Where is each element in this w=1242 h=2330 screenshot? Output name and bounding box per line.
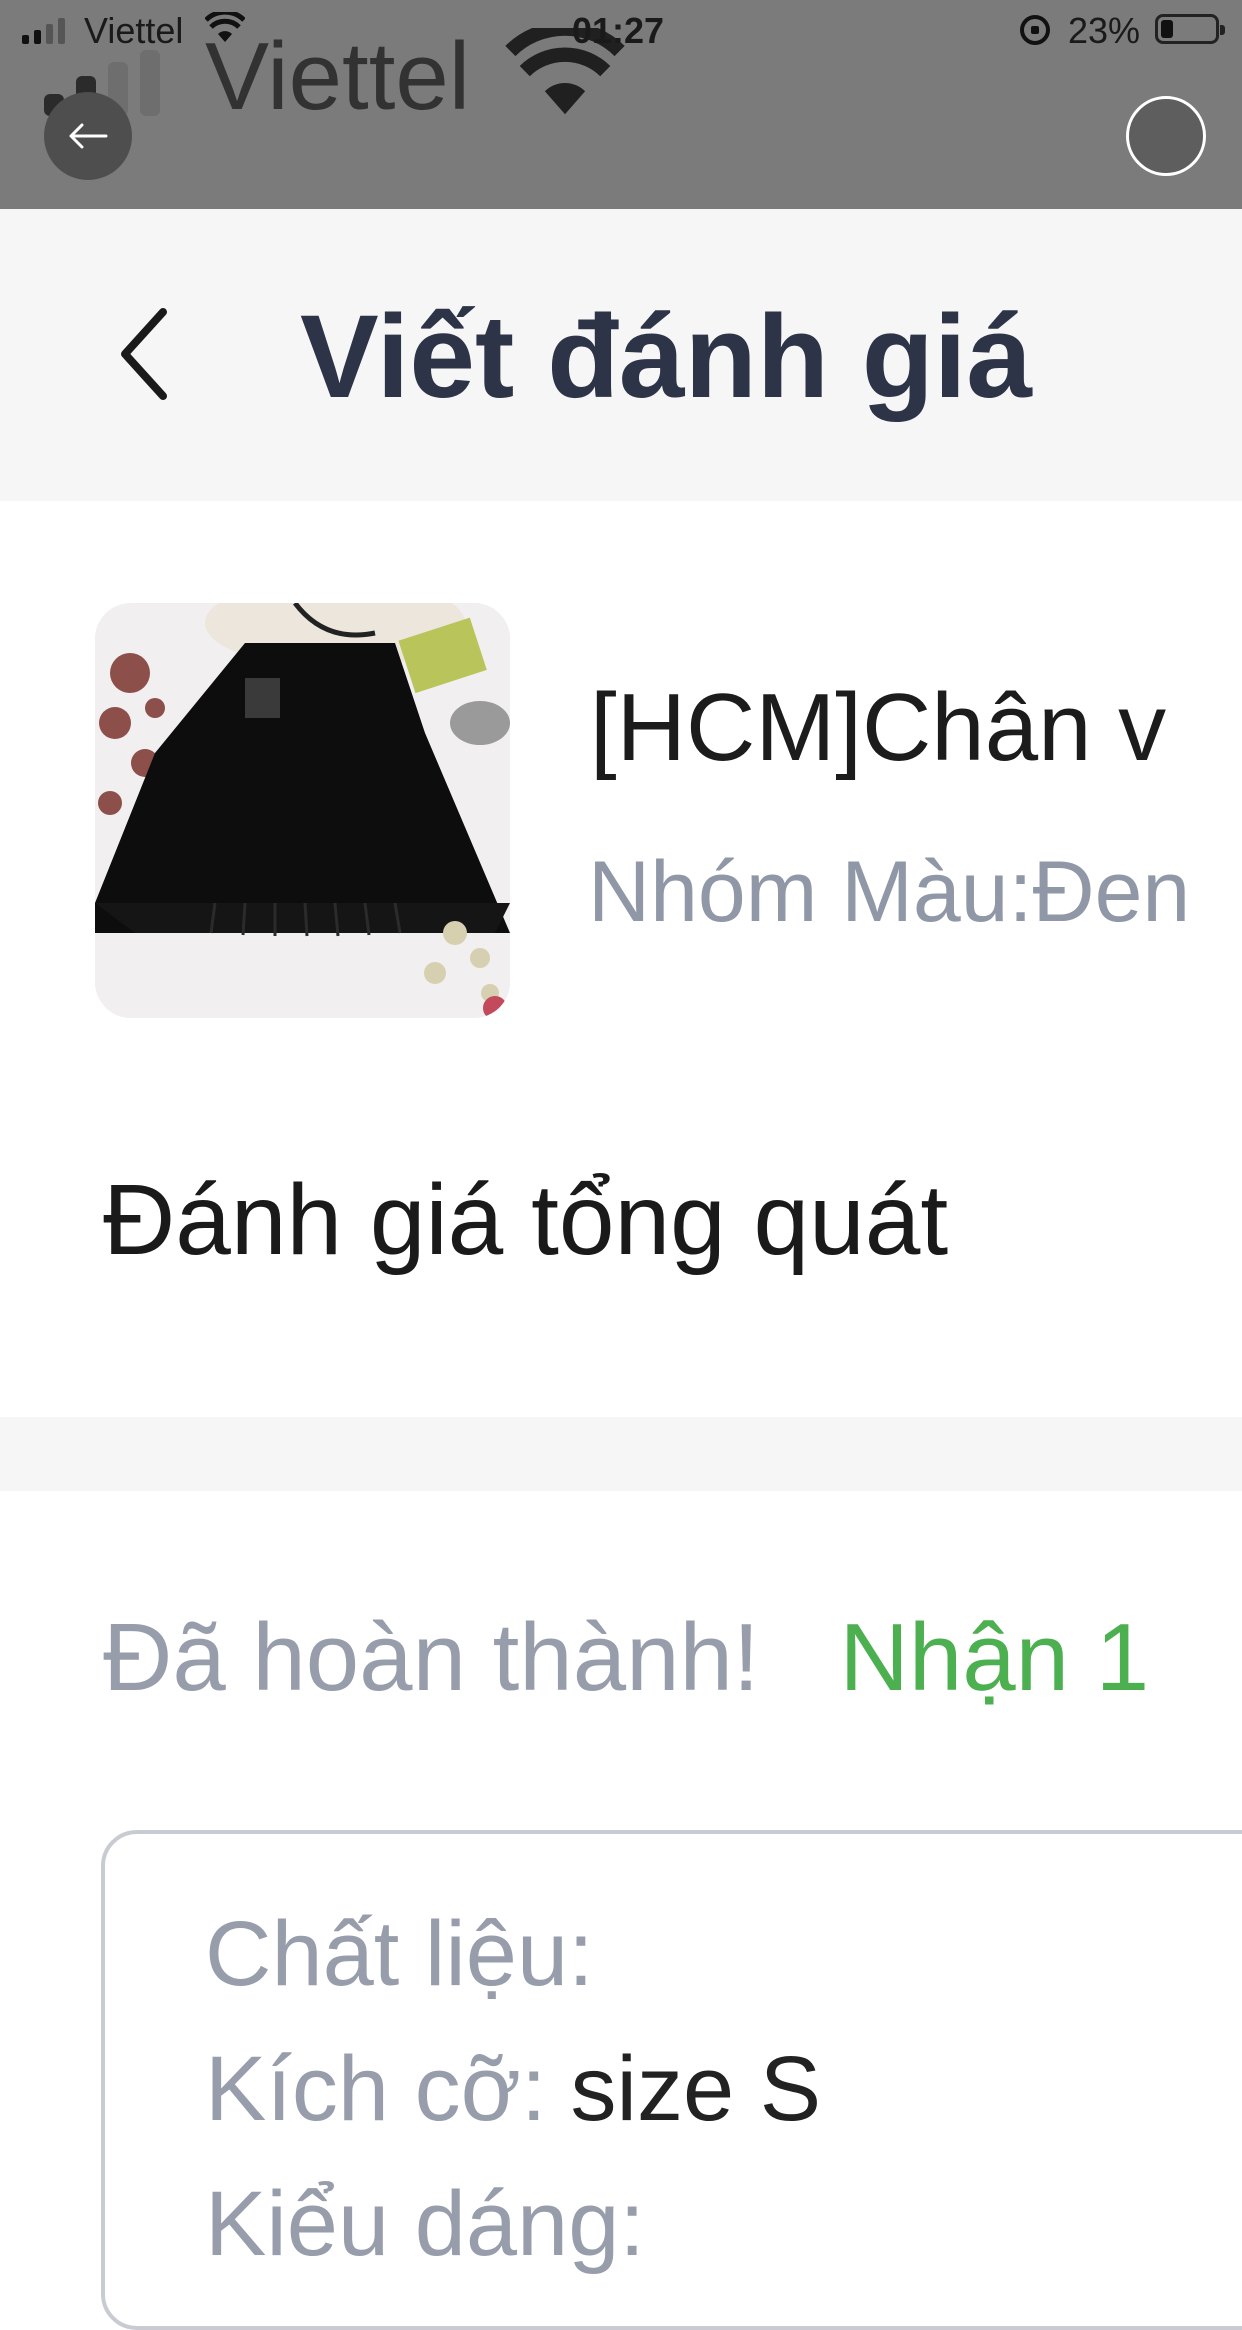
section-divider [0, 1417, 1242, 1491]
completed-text: Đã hoàn thành! [103, 1604, 760, 1711]
page-title: Viết đánh giá [300, 291, 1033, 423]
clock: 01:27 [572, 10, 665, 51]
field-style-label: Kiểu dáng: [205, 2173, 645, 2275]
overlay-back-button[interactable] [44, 92, 132, 180]
reward-text: Nhận 1 [839, 1604, 1150, 1711]
field-size-value: size S [570, 2038, 822, 2140]
page-header: Viết đánh giá [0, 209, 1242, 501]
signal-icon [22, 18, 65, 44]
product-name: [HCM]Chân v [590, 674, 1167, 781]
overall-rating-title: Đánh giá tổng quát [103, 1164, 949, 1276]
carrier-label: Viettel [84, 10, 184, 51]
field-material-label: Chất liệu: [205, 1903, 594, 2005]
product-variant: Nhóm Màu:Đen [588, 844, 1191, 940]
battery-icon [1155, 14, 1225, 44]
battery-level [1161, 20, 1173, 38]
review-text-area[interactable]: Chất liệu: Kích cỡ: size S Kiểu dáng: [101, 1830, 1242, 2330]
field-size-label: Kích cỡ: [205, 2038, 547, 2140]
completion-row: Đã hoàn thành! Nhận 1 [103, 1600, 1149, 1715]
skirt-photo [95, 603, 510, 1018]
product-image [95, 603, 510, 1018]
back-chevron-icon[interactable] [115, 304, 175, 404]
overlay-carrier-label: Viettel [205, 23, 471, 130]
status-bar: Viettel Viettel 01:27 23% [0, 0, 1242, 209]
orientation-lock-icon [1020, 15, 1050, 45]
field-size: Kích cỡ: size S [205, 2034, 821, 2144]
battery-percent: 23% [1068, 10, 1141, 51]
overlay-record-button[interactable] [1126, 96, 1206, 176]
arrow-left-icon [69, 123, 108, 149]
field-style: Kiểu dáng: [205, 2169, 669, 2279]
field-material: Chất liệu: [205, 1899, 618, 2009]
